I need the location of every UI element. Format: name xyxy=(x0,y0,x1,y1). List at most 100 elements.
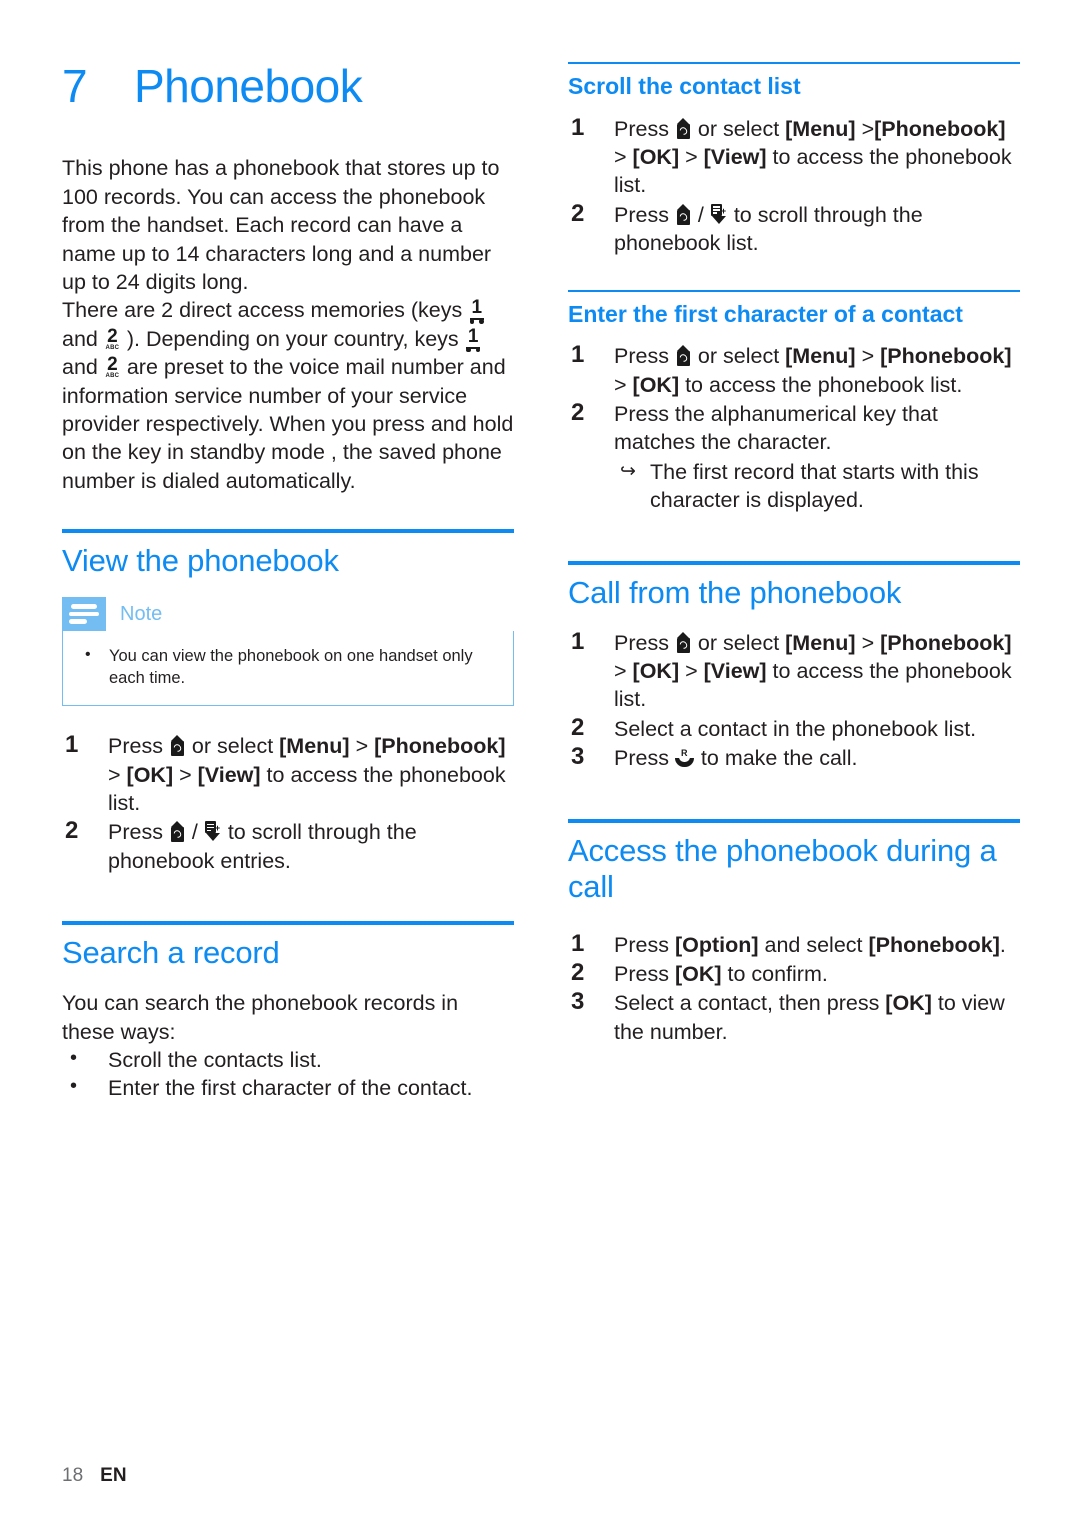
step-text: Press xyxy=(614,961,675,986)
step-text: or select xyxy=(691,116,786,141)
step-text: or select xyxy=(691,344,786,369)
note-header: Note xyxy=(62,597,514,632)
page-footer: 18 EN xyxy=(62,1465,127,1487)
intro-p2-part3: ). Depending on your country, keys xyxy=(120,326,465,351)
note-icon xyxy=(62,597,106,632)
section-rule xyxy=(62,921,514,926)
key-sublabel: ABC xyxy=(105,373,120,380)
step-item: 3 Press R to make the call. xyxy=(568,743,1020,772)
step-text: to make the call. xyxy=(694,746,858,771)
scroll-down-key-icon: + xyxy=(710,203,728,225)
step-number: 2 xyxy=(571,399,585,427)
phonebook-label: [Phonebook] xyxy=(868,932,1000,957)
step-text: / xyxy=(691,202,710,227)
step-text: Press xyxy=(614,202,675,227)
phonebook-key-icon xyxy=(169,735,186,757)
section-access-phonebook-during-call: Access the phonebook during a call 1 Pres… xyxy=(568,818,1020,1047)
right-column: Scroll the contact list 1 Press or select… xyxy=(568,62,1020,1047)
intro-p2-part1: There are 2 direct access memories (keys xyxy=(62,298,469,323)
subsection-heading: Enter the first character of a contact xyxy=(568,300,963,327)
step-number: 2 xyxy=(571,713,585,741)
separator: > xyxy=(614,659,633,684)
step-text: Press xyxy=(614,932,675,957)
voicemail-glyph xyxy=(466,345,481,353)
ok-label: [OK] xyxy=(632,145,680,169)
section-heading: Access the phonebook during a call xyxy=(568,832,997,904)
step-item: 1 Press or select [Menu] >[Phonebook] > [… xyxy=(568,113,1020,200)
section-heading: Call from the phonebook xyxy=(568,574,902,610)
step-text: / xyxy=(185,820,204,845)
result-arrow-icon: ↪ xyxy=(620,460,636,482)
step-text: Press xyxy=(614,746,675,771)
manual-page: 7 Phonebook This phone has a phonebook t… xyxy=(0,0,1080,1527)
steps-enter-first-character: 1 Press or select [Menu] > [Phonebook] > … xyxy=(568,341,1020,515)
note-content: You can view the phonebook on one handse… xyxy=(62,631,514,707)
section-search-a-record: Search a record You can search the phone… xyxy=(62,921,514,1103)
step-text: and select xyxy=(758,932,869,957)
subsection-rule xyxy=(568,289,1020,292)
scroll-down-key-icon: + xyxy=(204,821,222,842)
key-digit: 1 xyxy=(467,325,479,347)
menu-label: [Menu] xyxy=(279,734,350,759)
chapter-name: Phonebook xyxy=(134,60,363,112)
section-enter-first-character: Enter the first character of a contact 1… xyxy=(568,289,1020,515)
step-number: 1 xyxy=(571,113,585,141)
phonebook-label: [Phonebook] xyxy=(374,734,506,759)
section-rule xyxy=(62,529,514,534)
step-number: 2 xyxy=(571,958,585,986)
phonebook-key-icon xyxy=(675,631,692,653)
step-result: ↪ The first record that starts with this … xyxy=(614,458,1020,515)
step-number: 3 xyxy=(571,988,585,1016)
plus-glyph: + xyxy=(214,823,221,834)
separator: > xyxy=(855,116,875,141)
intro-paragraph-1: This phone has a phonebook that stores u… xyxy=(62,156,500,294)
intro-p2-part5: are preset to the voice mail number and … xyxy=(62,355,514,493)
plus-glyph: + xyxy=(720,205,727,216)
separator: > xyxy=(614,372,633,397)
step-number: 3 xyxy=(571,743,585,771)
step-item: 1 Press [Option] and select [Phonebook]. xyxy=(568,930,1020,959)
view-label: [View] xyxy=(703,145,767,169)
result-text: The first record that starts with this c… xyxy=(650,459,979,513)
separator: > xyxy=(855,630,881,655)
ok-label: [OK] xyxy=(632,372,680,397)
key-sublabel: ABC xyxy=(105,344,120,351)
step-text: . xyxy=(999,932,1006,957)
section-heading: Search a record xyxy=(62,935,280,971)
step-number: 1 xyxy=(65,731,79,759)
separator: > xyxy=(173,762,198,787)
step-number: 1 xyxy=(571,627,585,655)
left-column: 7 Phonebook This phone has a phonebook t… xyxy=(62,62,514,1103)
intro-paragraph-2: There are 2 direct access memories (keys… xyxy=(62,296,514,495)
phonebook-label: [Phonebook] xyxy=(874,116,1006,141)
section-heading: View the phonebook xyxy=(62,543,339,579)
menu-label: [Menu] xyxy=(785,630,856,655)
note-box: Note You can view the phonebook on one h… xyxy=(62,597,514,707)
steps-access-during-call: 1 Press [Option] and select [Phonebook]. … xyxy=(568,930,1020,1047)
intro-p2-part4: and xyxy=(62,355,104,380)
ok-label: [OK] xyxy=(885,991,932,1016)
section-rule xyxy=(568,818,1020,823)
chapter-title: 7 Phonebook xyxy=(62,60,514,112)
view-label: [View] xyxy=(197,762,261,787)
step-item: 1 Press or select [Menu] > [Phonebook] > … xyxy=(62,731,514,817)
separator: > xyxy=(855,344,881,369)
step-text: Press xyxy=(108,734,169,759)
key-digit: 1 xyxy=(471,297,483,319)
steps-call-from-phonebook: 1 Press or select [Menu] > [Phonebook] > … xyxy=(568,627,1020,773)
list-item: Enter the first character of the contact… xyxy=(62,1072,514,1102)
separator: > xyxy=(349,734,375,759)
ok-label: [OK] xyxy=(632,659,680,684)
section-call-from-the-phonebook: Call from the phonebook 1 Press or select… xyxy=(568,560,1020,773)
step-item: 3 Select a contact, then press [OK] to vi… xyxy=(568,988,1020,1046)
page-number: 18 xyxy=(62,1465,84,1486)
step-text: Press xyxy=(614,630,675,655)
phonebook-key-icon xyxy=(675,345,692,367)
separator: > xyxy=(614,145,633,169)
step-text: Press the alphanumerical key that matche… xyxy=(614,402,938,455)
step-number: 2 xyxy=(571,199,585,227)
keypad-2-abc-icon: 2 ABC xyxy=(104,355,121,380)
search-methods-list: Scroll the contacts list. Enter the firs… xyxy=(62,1044,514,1103)
section-rule xyxy=(568,560,1020,565)
separator: > xyxy=(108,762,127,787)
